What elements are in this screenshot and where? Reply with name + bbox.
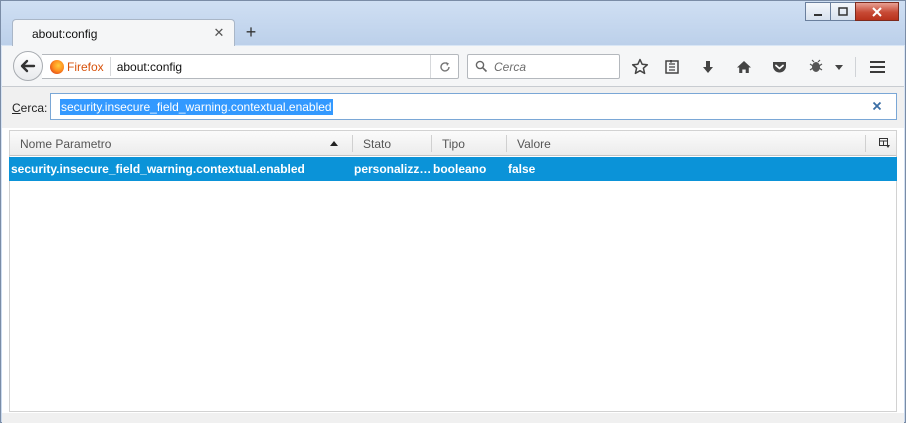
menu-icon (869, 61, 885, 63)
firefox-icon (50, 59, 64, 74)
back-arrow-icon (20, 59, 36, 73)
navigation-toolbar: Firefox about:config Cerca (2, 46, 904, 87)
column-headers: Nome Parametro Stato Tipo Valore (9, 130, 897, 156)
url-bar[interactable]: Firefox about:config (42, 54, 459, 79)
bug-icon (809, 59, 823, 72)
column-header-value[interactable]: Valore (517, 131, 717, 156)
home-icon (737, 61, 751, 73)
home-button[interactable] (733, 56, 755, 78)
column-separator[interactable] (431, 135, 432, 152)
tab-title: about:config (32, 26, 98, 41)
close-icon (872, 6, 882, 17)
download-arrow-icon (703, 61, 713, 73)
new-tab-button[interactable]: + (242, 23, 260, 41)
downloads-button[interactable] (697, 56, 719, 78)
column-separator[interactable] (506, 135, 507, 152)
extension-dropdown-button[interactable] (831, 56, 847, 78)
identity-box[interactable]: Firefox (42, 57, 111, 76)
menu-button[interactable] (865, 56, 889, 78)
column-header-status[interactable]: Stato (363, 131, 423, 156)
bookmark-star-button[interactable] (629, 56, 651, 78)
search-placeholder: Cerca (494, 59, 527, 74)
bookmarks-menu-button[interactable] (661, 56, 683, 78)
pref-type: booleano (433, 162, 487, 176)
back-button[interactable] (13, 51, 43, 81)
chevron-down-icon (835, 64, 843, 70)
search-icon (475, 60, 488, 73)
star-icon (631, 58, 649, 75)
reading-list-icon (665, 60, 679, 74)
toolbar-separator (855, 57, 856, 77)
extension-button[interactable] (805, 56, 827, 78)
tab-close-icon[interactable]: ✕ (213, 26, 225, 39)
pocket-icon (772, 62, 786, 73)
browser-window: about:config ✕ + Firefox about:config Ce… (0, 0, 906, 423)
window-controls (805, 2, 899, 21)
clear-filter-button[interactable] (870, 99, 884, 113)
filter-label: Cerca: (12, 101, 48, 115)
about-config-page: Cerca: security.insecure_field_warning.c… (2, 87, 904, 413)
status-bar (2, 413, 904, 423)
pref-status: personalizz… (354, 162, 430, 176)
search-bar[interactable]: Cerca (467, 54, 620, 79)
filter-row: Cerca: security.insecure_field_warning.c… (2, 87, 904, 128)
identity-label: Firefox (67, 59, 104, 74)
minimize-button[interactable] (805, 2, 831, 21)
column-header-type[interactable]: Tipo (442, 131, 502, 156)
minimize-icon (814, 13, 822, 16)
column-picker-icon[interactable] (879, 138, 890, 148)
pref-name: security.insecure_field_warning.contextu… (11, 162, 305, 176)
column-separator[interactable] (352, 135, 353, 152)
preferences-list (9, 156, 897, 412)
column-header-name[interactable]: Nome Parametro (20, 131, 330, 156)
maximize-icon (838, 6, 848, 16)
reload-button[interactable] (430, 55, 458, 78)
table-row[interactable]: security.insecure_field_warning.contextu… (9, 157, 897, 181)
pocket-button[interactable] (768, 56, 790, 78)
clear-icon (872, 101, 882, 111)
close-window-button[interactable] (855, 2, 899, 21)
filter-value: security.insecure_field_warning.contextu… (60, 98, 333, 115)
maximize-button[interactable] (830, 2, 856, 21)
tab-about-config[interactable]: about:config ✕ (12, 19, 235, 47)
column-separator (865, 135, 866, 152)
pref-value: false (508, 162, 536, 176)
reload-icon (439, 61, 450, 72)
sort-ascending-icon (330, 141, 338, 146)
filter-input[interactable]: security.insecure_field_warning.contextu… (50, 93, 897, 120)
url-input[interactable]: about:config (111, 60, 430, 74)
